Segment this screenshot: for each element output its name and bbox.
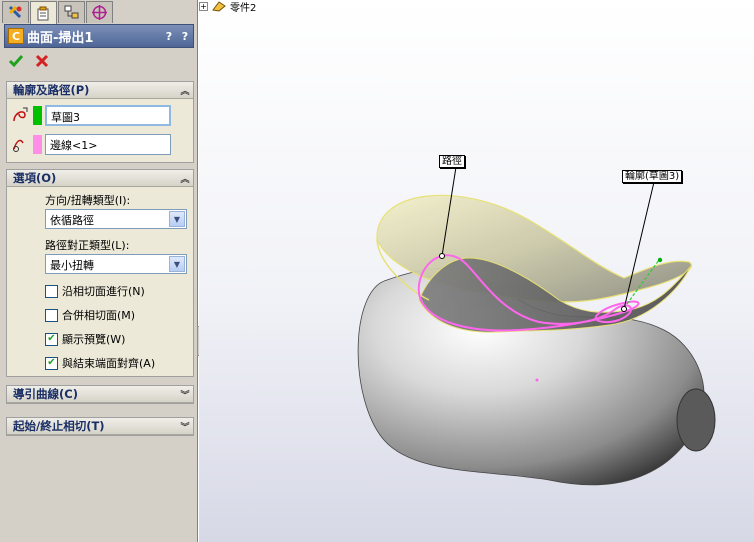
feature-manager-tab[interactable] bbox=[2, 1, 29, 23]
feature-title-bar: C 曲面-掃出1 ? ? bbox=[4, 24, 194, 48]
orientation-label: 方向/扭轉類型(I): bbox=[45, 194, 131, 207]
path-color-swatch bbox=[33, 134, 42, 154]
feature-title: 曲面-掃出1 bbox=[27, 30, 94, 46]
dropdown-arrow-icon[interactable]: ▼ bbox=[169, 211, 185, 227]
profile-path-header[interactable]: 輪廓及路徑(P) ︽ bbox=[7, 82, 193, 99]
options-title: 選項(O) bbox=[13, 171, 57, 185]
tangent-propagation-option[interactable]: 沿相切面進行(N) bbox=[45, 283, 145, 299]
checkbox-label: 沿相切面進行(N) bbox=[62, 285, 145, 298]
sketch-point bbox=[535, 378, 539, 382]
alignment-value: 最小扭轉 bbox=[50, 259, 94, 272]
start-end-tangency-group: 起始/終止相切(T) ︾ bbox=[6, 417, 194, 436]
dropdown-arrow-icon[interactable]: ▼ bbox=[169, 256, 185, 272]
start-end-tangency-title: 起始/終止相切(T) bbox=[13, 419, 105, 433]
graphics-viewport[interactable]: + 零件2 路徑 輪廓(草圖3) bbox=[199, 0, 754, 542]
expand-chevron-icon[interactable]: ︾ bbox=[177, 420, 193, 433]
guide-curves-group: 導引曲線(C) ︾ bbox=[6, 385, 194, 404]
cancel-button[interactable] bbox=[34, 53, 50, 69]
path-icon bbox=[7, 133, 33, 155]
collapse-chevron-icon[interactable]: ︽ bbox=[177, 84, 193, 97]
options-header[interactable]: 選項(O) ︽ bbox=[7, 170, 193, 187]
panel-tabs bbox=[2, 1, 113, 24]
path-selection-value: 邊線<1> bbox=[50, 138, 98, 152]
feature-tree-icon bbox=[8, 5, 22, 19]
profile-icon bbox=[7, 104, 33, 126]
profile-path-title: 輪廓及路徑(P) bbox=[13, 83, 90, 97]
collapse-chevron-icon[interactable]: ︽ bbox=[177, 172, 193, 185]
path-callout[interactable]: 路徑 bbox=[439, 155, 465, 168]
checkbox-label: 顯示預覽(W) bbox=[62, 333, 126, 346]
guide-curves-header[interactable]: 導引曲線(C) ︾ bbox=[7, 386, 193, 403]
path-callout-anchor bbox=[439, 253, 445, 259]
profile-color-swatch bbox=[33, 105, 42, 125]
profile-callout-anchor bbox=[621, 306, 627, 312]
checkbox-label: 合併相切面(M) bbox=[62, 309, 136, 322]
options-group: 選項(O) ︽ 方向/扭轉類型(I): 依循路徑 ▼ 路徑對正類型(L): 最小… bbox=[6, 169, 194, 377]
configuration-icon bbox=[64, 5, 79, 19]
sketch-point bbox=[657, 257, 663, 263]
profile-selection-row: 草圖3 bbox=[7, 104, 171, 126]
guide-curves-title: 導引曲線(C) bbox=[13, 387, 78, 401]
align-end-faces-option[interactable]: ✔ 與結束端面對齊(A) bbox=[45, 355, 155, 371]
show-preview-option[interactable]: ✔ 顯示預覽(W) bbox=[45, 331, 125, 347]
profile-path-group: 輪廓及路徑(P) ︽ 草圖3 邊線<1> bbox=[6, 81, 194, 163]
path-selection-row: 邊線<1> bbox=[7, 133, 171, 155]
ok-cancel-row bbox=[8, 53, 50, 69]
pin-icon[interactable]: ? bbox=[177, 30, 193, 43]
checkbox-checked[interactable]: ✔ bbox=[45, 332, 58, 346]
alignment-combo[interactable]: 最小扭轉 ▼ bbox=[45, 254, 187, 274]
configuration-manager-tab[interactable] bbox=[58, 1, 85, 23]
orientation-combo[interactable]: 依循路徑 ▼ bbox=[45, 209, 187, 229]
profile-callout[interactable]: 輪廓(草圖3) bbox=[622, 170, 683, 183]
path-selection-box[interactable]: 邊線<1> bbox=[45, 133, 171, 155]
model-scene bbox=[357, 166, 716, 486]
dimxpert-tab[interactable] bbox=[86, 1, 113, 23]
property-icon bbox=[37, 6, 49, 20]
checkbox-label: 與結束端面對齊(A) bbox=[62, 357, 156, 370]
property-manager-panel: C 曲面-掃出1 ? ? 輪廓及路徑(P) ︽ 草圖3 邊線<1> 選項(O) … bbox=[0, 0, 198, 542]
sweep-surface-icon: C bbox=[8, 28, 24, 44]
checkbox-checked[interactable]: ✔ bbox=[45, 356, 58, 370]
profile-selection-value: 草圖3 bbox=[51, 110, 80, 124]
checkbox[interactable] bbox=[45, 308, 58, 322]
start-end-tangency-header[interactable]: 起始/終止相切(T) ︾ bbox=[7, 418, 193, 435]
end-cap-face[interactable] bbox=[676, 388, 716, 452]
help-icon[interactable]: ? bbox=[161, 30, 177, 43]
checkbox[interactable] bbox=[45, 284, 58, 298]
ok-button[interactable] bbox=[8, 53, 24, 69]
profile-selection-box[interactable]: 草圖3 bbox=[45, 104, 171, 126]
alignment-label: 路徑對正類型(L): bbox=[45, 239, 130, 252]
target-icon bbox=[92, 5, 107, 20]
merge-tangent-faces-option[interactable]: 合併相切面(M) bbox=[45, 307, 135, 323]
expand-chevron-icon[interactable]: ︾ bbox=[177, 388, 193, 401]
orientation-value: 依循路徑 bbox=[50, 214, 94, 227]
property-manager-tab[interactable] bbox=[30, 1, 57, 24]
